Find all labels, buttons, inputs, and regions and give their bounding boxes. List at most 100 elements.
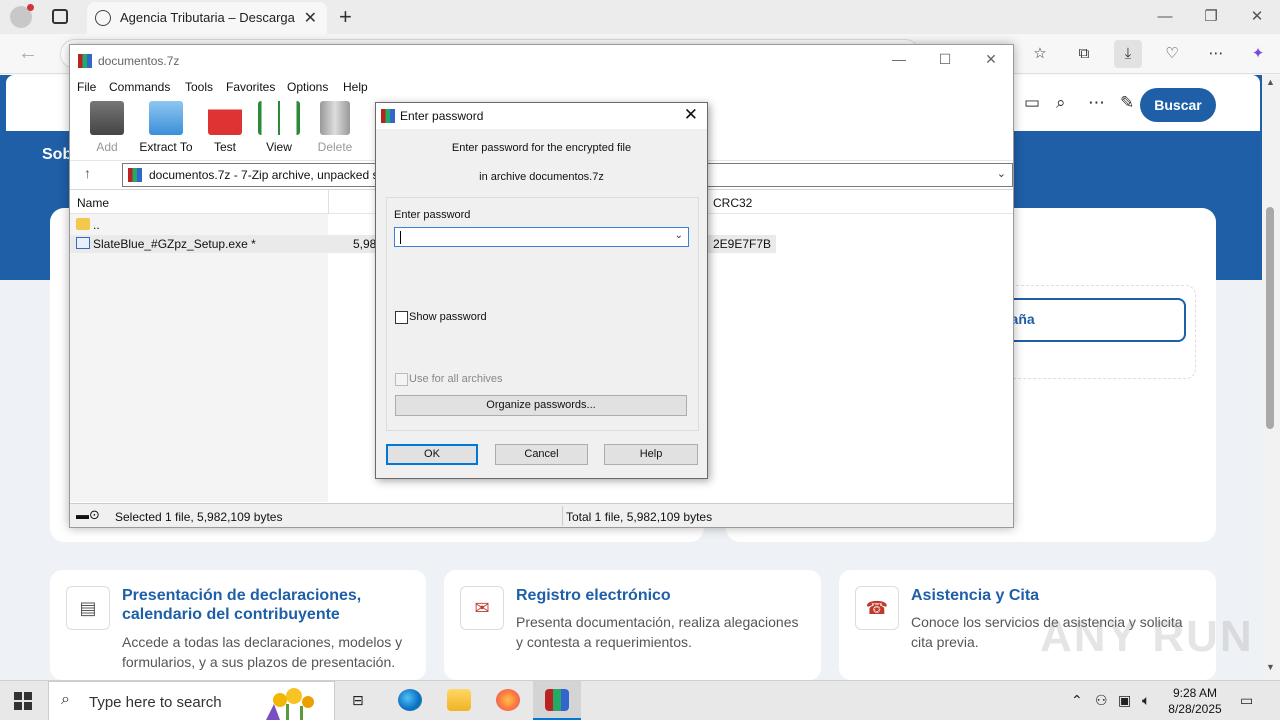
search-icon: ⌕ — [61, 691, 70, 708]
taskbar-firefox[interactable] — [484, 681, 532, 720]
info-card-declaraciones[interactable]: ▤ Presentación de declaraciones, calenda… — [50, 570, 426, 680]
dialog-titlebar[interactable]: Enter password ✕ — [376, 103, 707, 129]
task-view-icon: ⊟ — [352, 692, 364, 708]
taskbar-clock[interactable]: 9:28 AM 8/28/2025 — [1160, 685, 1230, 717]
show-hidden-icons-icon[interactable]: ⌃ — [1071, 692, 1083, 709]
search-highlight-flowers-icon — [260, 686, 326, 720]
copilot-icon[interactable]: ✦ — [1244, 40, 1272, 68]
cancel-button[interactable]: Cancel — [495, 444, 588, 465]
close-tab-icon[interactable]: ✕ — [304, 8, 317, 28]
archive-icon — [128, 168, 142, 182]
downloads-icon[interactable]: ⤓ — [1114, 40, 1142, 68]
text-caret — [400, 231, 401, 244]
view-label: View — [266, 140, 292, 154]
favorites-star-icon[interactable]: ☆ — [1026, 40, 1054, 68]
nav-item-sobre[interactable]: Sob — [42, 146, 72, 164]
pin-icon[interactable]: ✎ — [1120, 93, 1134, 113]
add-button[interactable]: Add — [79, 101, 135, 154]
help-button[interactable]: Help — [604, 444, 698, 465]
document-icon: ▤ — [66, 586, 110, 630]
taskbar-edge[interactable] — [386, 681, 434, 720]
winrar-app-icon — [78, 54, 92, 68]
close-window-button[interactable]: ✕ — [1234, 0, 1280, 34]
usb-icon[interactable]: ⚇ — [1095, 692, 1108, 709]
folder-icon — [76, 218, 90, 230]
browser-essentials-icon[interactable]: ♡ — [1158, 40, 1186, 68]
show-password-label[interactable]: Show password — [409, 311, 487, 323]
back-arrow-icon[interactable]: ← — [18, 42, 38, 65]
chevron-down-icon[interactable]: ⌄ — [675, 230, 683, 241]
volume-icon[interactable]: 🔈︎ — [1142, 692, 1150, 709]
chevron-down-icon[interactable]: ⌄ — [997, 167, 1006, 180]
network-icon[interactable]: ▣ — [1118, 692, 1131, 709]
winrar-close-button[interactable]: ✕ — [968, 51, 1014, 68]
dialog-close-icon[interactable]: ✕ — [684, 105, 698, 125]
info-card-registro[interactable]: ✉ Registro electrónico Presenta document… — [444, 570, 821, 680]
browser-tab[interactable]: Agencia Tributaria – Descarga de ✕ — [87, 2, 327, 34]
notifications-icon[interactable]: ▭ — [1240, 692, 1253, 709]
winrar-app-icon — [381, 109, 395, 123]
page-scrollbar[interactable]: ▲ ▼ — [1262, 75, 1280, 680]
menu-favorites[interactable]: Favorites — [226, 80, 275, 94]
column-divider — [328, 190, 329, 214]
menu-file[interactable]: File — [77, 80, 96, 94]
winrar-maximize-button[interactable]: ☐ — [922, 51, 968, 68]
scroll-down-icon[interactable]: ▼ — [1266, 662, 1275, 672]
profile-avatar[interactable] — [10, 4, 34, 28]
folder-icon[interactable]: ▭ — [1024, 93, 1040, 113]
winrar-statusbar: ▬⊙ Selected 1 file, 5,982,109 bytes Tota… — [70, 503, 1013, 527]
taskbar-file-explorer[interactable] — [435, 681, 483, 720]
status-selected: Selected 1 file, 5,982,109 bytes — [115, 510, 283, 524]
menu-commands[interactable]: Commands — [109, 80, 170, 94]
search-button[interactable]: Buscar — [1140, 88, 1216, 122]
column-crc32[interactable]: CRC32 — [713, 196, 752, 210]
scroll-thumb[interactable] — [1266, 207, 1274, 429]
delete-label: Delete — [317, 140, 353, 154]
view-button[interactable]: View — [251, 101, 307, 154]
dialog-message-line1: Enter password for the encrypted file — [451, 142, 632, 154]
new-tab-button[interactable]: + — [339, 4, 352, 30]
drive-icon[interactable]: ▬⊙ — [76, 507, 100, 523]
taskbar-search-box[interactable]: ⌕ Type here to search — [48, 681, 335, 720]
info-card-title: Asistencia y Cita — [911, 587, 1040, 604]
row-size: 5,98 — [353, 237, 377, 251]
menu-help[interactable]: Help — [343, 80, 368, 94]
password-input[interactable]: ⌄ — [394, 227, 689, 247]
firefox-icon — [496, 689, 520, 711]
status-total: Total 1 file, 5,982,109 bytes — [566, 510, 713, 524]
watermark-logo: ANY RUN — [1040, 612, 1254, 661]
task-view-button[interactable]: ⊟ — [336, 681, 384, 720]
view-book-icon — [258, 101, 300, 135]
winrar-minimize-button[interactable]: — — [876, 51, 922, 67]
page-tools: ▭ ⌕ ⋯ ✎ — [1014, 83, 1142, 125]
taskbar-winrar[interactable] — [533, 681, 581, 720]
tab-actions-icon[interactable] — [52, 9, 68, 24]
folder-icon — [447, 689, 471, 711]
delete-button[interactable]: Delete — [307, 101, 363, 154]
show-password-checkbox[interactable] — [395, 311, 408, 324]
minimize-button[interactable]: — — [1142, 0, 1188, 34]
test-label: Test — [213, 140, 236, 154]
winrar-titlebar[interactable]: documentos.7z — ☐ ✕ — [70, 45, 1013, 77]
start-windows-icon[interactable] — [14, 692, 32, 710]
more-icon[interactable]: ⋯ — [1088, 93, 1105, 113]
menu-tools[interactable]: Tools — [185, 80, 213, 94]
test-button[interactable]: Test — [197, 101, 253, 154]
use-for-all-checkbox[interactable] — [395, 373, 408, 386]
winrar-title: documentos.7z — [98, 54, 180, 68]
ok-button[interactable]: OK — [386, 444, 478, 465]
menu-options[interactable]: Options — [287, 80, 328, 94]
phone-icon: ☎ — [855, 586, 899, 630]
winrar-menubar: File Commands Tools Favorites Options He… — [70, 77, 1013, 97]
column-name[interactable]: Name — [77, 196, 109, 210]
scroll-up-icon[interactable]: ▲ — [1266, 77, 1275, 87]
clock-time: 9:28 AM — [1172, 686, 1218, 700]
extract-to-button[interactable]: Extract To — [138, 101, 194, 154]
collections-icon[interactable]: ⧉ — [1070, 40, 1098, 68]
up-folder-icon[interactable]: ↑ — [84, 165, 91, 181]
search-icon[interactable]: ⌕ — [1056, 93, 1066, 113]
more-options-icon[interactable]: ⋯ — [1202, 40, 1230, 68]
restore-button[interactable]: ❐ — [1188, 0, 1234, 34]
use-for-all-label: Use for all archives — [409, 373, 503, 385]
organize-passwords-button[interactable]: Organize passwords... — [395, 395, 687, 416]
